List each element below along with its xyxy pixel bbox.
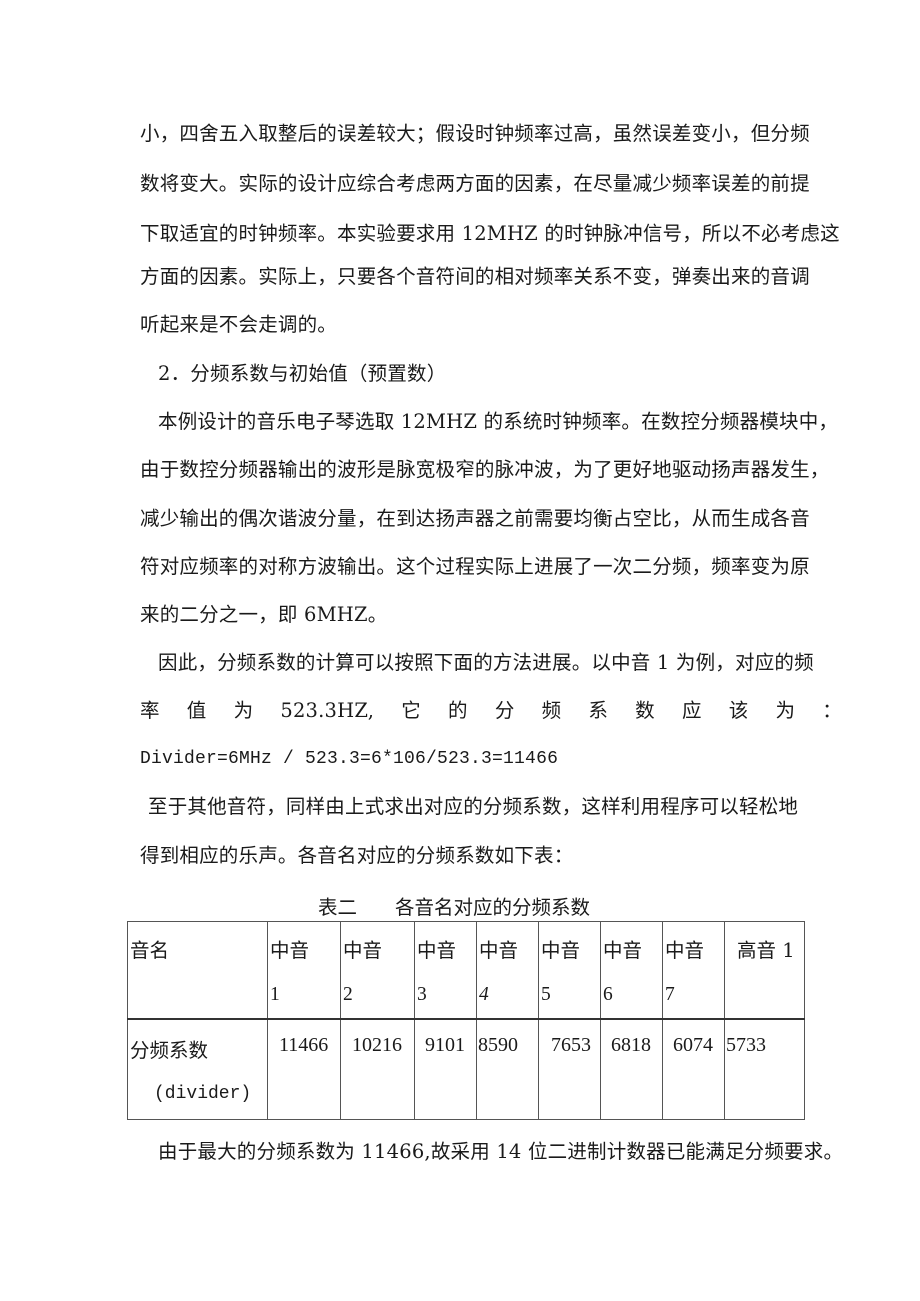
divider-value-cell: 8590 (476, 1018, 539, 1120)
paragraph-line: 本例设计的音乐电子琴选取 12MHZ 的系统时钟频率。在数控分频器模块中， (158, 410, 839, 433)
justified-word: ： (822, 699, 842, 722)
justified-word: 分 (494, 699, 515, 722)
divider-value-cell: 9101 (414, 1018, 477, 1120)
note-number: 3 (417, 984, 427, 1005)
note-name-cell: 中音 6 (600, 921, 663, 1020)
justified-word: 应 (681, 699, 702, 722)
paragraph-line: 至于其他音符，同样由上式求出对应的分频系数，这样利用程序可以轻松地 (148, 795, 799, 818)
justified-word: 523.3HZ, (280, 699, 375, 722)
paragraph-line: 符对应频率的对称方波输出。这个过程实际上进展了一次二分频，频率变为原 (140, 555, 810, 578)
note-number: 1 (270, 984, 280, 1005)
divider-value-cell: 6074 (662, 1018, 725, 1120)
divider-value: 10216 (352, 1034, 402, 1056)
divider-value-cell: 11466 (267, 1018, 341, 1120)
paragraph-line: 方面的因素。实际上，只要各个音符间的相对频率关系不变，弹奏出来的音调 (140, 265, 810, 288)
divider-value: 6074 (673, 1034, 713, 1056)
note-name: 中音 (603, 939, 643, 962)
note-name-cell: 中音 5 (538, 921, 601, 1020)
paragraph-line: 由于数控分频器输出的波形是脉宽极窄的脉冲波，为了更好地驱动扬声器发生， (140, 458, 830, 481)
justified-word: 频 (541, 699, 562, 722)
justified-word: 数 (635, 699, 655, 722)
justified-word: 为 (775, 699, 796, 722)
note-name-cell: 中音 2 (340, 921, 415, 1020)
note-name-cell: 中音 1 (267, 921, 341, 1020)
formula: Divider=6MHz / 523.3=6*106/523.3=11466 (140, 749, 559, 769)
note-name: 中音 (665, 939, 705, 962)
note-name: 中音 (417, 939, 457, 962)
note-number: 6 (603, 984, 613, 1005)
section-heading: 2．分频系数与初始值（预置数） (158, 362, 447, 385)
justified-line: 率 值 为 523.3HZ, 它 的 分 频 系 数 应 该 为 ： (140, 699, 842, 723)
paragraph-line: 数将变大。实际的设计应综合考虑两方面的因素，在尽量减少频率误差的前提 (140, 172, 810, 195)
divider-value: 7653 (551, 1034, 591, 1056)
row-header-cell: 音名 (127, 921, 268, 1020)
paragraph-line: 听起来是不会走调的。 (140, 313, 338, 336)
note-number: 2 (343, 984, 353, 1005)
divider-value: 6818 (611, 1034, 651, 1056)
note-name-cell: 中音 3 (414, 921, 477, 1020)
justified-word: 值 (186, 699, 207, 722)
note-name-cell: 中音 7 (662, 921, 725, 1020)
note-number: 7 (665, 984, 675, 1005)
table-value-row: 分频系数 (divider) 11466 10216 9101 8590 7653… (127, 1018, 805, 1120)
conclusion-line: 由于最大的分频系数为 11466,故采用 14 位二进制计数器已能满足分频要求。 (158, 1140, 844, 1163)
justified-word: 的 (448, 699, 468, 722)
note-number: 4 (479, 984, 489, 1005)
justified-word: 它 (401, 699, 421, 722)
row-header-cell: 分频系数 (divider) (127, 1018, 268, 1120)
note-name: 中音 (343, 939, 383, 962)
divider-value: 11466 (279, 1034, 329, 1056)
justified-word: 率 (140, 699, 160, 722)
divider-value-cell: 6818 (600, 1018, 663, 1120)
note-name: 高音 1 (737, 939, 795, 962)
note-name: 中音 (479, 939, 519, 962)
table-header-row: 音名 中音 1 中音 2 中音 3 中音 4 中音 5 中音 6 中音 7 高音 1 (127, 921, 805, 1020)
paragraph-line: 小，四舍五入取整后的误差较大；假设时钟频率过高，虽然误差变小，但分频 (140, 122, 810, 145)
divider-value: 8590 (478, 1034, 518, 1056)
divider-table: 音名 中音 1 中音 2 中音 3 中音 4 中音 5 中音 6 中音 7 高音 1 分频系数… (127, 921, 805, 1120)
note-name-cell: 高音 1 (724, 921, 805, 1020)
note-name: 中音 (270, 939, 310, 962)
paragraph-line: 减少输出的偶次谐波分量，在到达扬声器之前需要均衡占空比，从而生成各音 (140, 507, 810, 530)
divider-value: 9101 (425, 1034, 465, 1056)
divider-value-cell: 5733 (724, 1018, 805, 1120)
note-number: 5 (541, 984, 551, 1005)
divider-value-cell: 10216 (340, 1018, 415, 1120)
note-name: 中音 (541, 939, 581, 962)
paragraph-line: 下取适宜的时钟频率。本实验要求用 12MHZ 的时钟脉冲信号，所以不必考虑这 (140, 222, 840, 245)
note-name-cell: 中音 4 (476, 921, 539, 1020)
justified-word: 为 (233, 699, 254, 722)
divider-value-cell: 7653 (538, 1018, 601, 1120)
justified-word: 该 (728, 699, 749, 722)
row-header-name: 音名 (130, 939, 170, 962)
table-caption-number: 表二 (318, 896, 358, 919)
justified-word: 系 (588, 699, 609, 722)
paragraph-line: 得到相应的乐声。各音名对应的分频系数如下表： (140, 844, 574, 867)
table-caption-title: 各音名对应的分频系数 (395, 896, 591, 919)
paragraph-line: 因此，分频系数的计算可以按照下面的方法进展。以中音 1 为例，对应的频 (158, 651, 814, 674)
table-caption: 表二 各音名对应的分频系数 (318, 896, 590, 920)
paragraph-line: 来的二分之一，即 6MHZ。 (140, 603, 388, 626)
row-header-divider-en: (divider) (154, 1084, 252, 1104)
row-header-divider-cn: 分频系数 (130, 1039, 209, 1062)
divider-value: 5733 (726, 1034, 766, 1056)
